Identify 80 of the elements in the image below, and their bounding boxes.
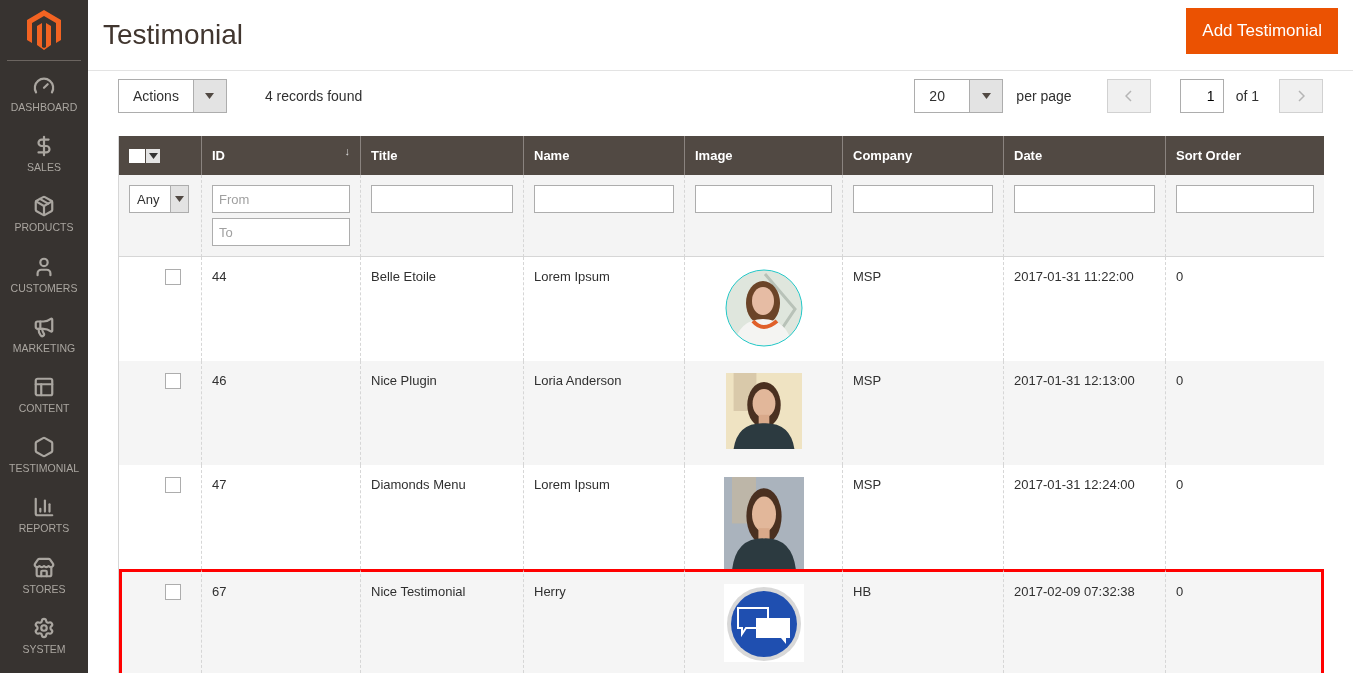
table-cell: Diamonds Menu	[371, 477, 466, 492]
bar-chart-icon	[33, 496, 55, 519]
select-filter[interactable]: Any	[129, 185, 189, 213]
store-icon	[33, 556, 55, 579]
chevron-left-icon	[1125, 89, 1133, 102]
filter-field[interactable]	[534, 185, 674, 213]
chat-icon	[723, 584, 804, 662]
table-cell: Loria Anderson	[534, 373, 622, 388]
layout-icon	[33, 376, 55, 398]
sidebar-item[interactable]: SALES	[0, 131, 88, 192]
caret-icon	[981, 92, 991, 99]
column-header[interactable]: Date	[1003, 136, 1165, 175]
sidebar-item[interactable]: SYSTEM	[0, 612, 88, 673]
table-cell: 44	[212, 269, 227, 284]
filter-field[interactable]	[371, 185, 513, 213]
table-cell: Belle Etoile	[371, 269, 437, 284]
id-from-field[interactable]: From	[212, 185, 350, 213]
add-button[interactable]: Add Testimonial	[1186, 8, 1338, 55]
logo-icon[interactable]	[27, 10, 61, 51]
table-cell: 46	[212, 373, 227, 388]
table-cell: Lorem Ipsum	[534, 269, 610, 284]
hexagon-icon	[33, 436, 55, 459]
filter-field[interactable]	[853, 185, 993, 213]
caret-icon	[205, 92, 215, 99]
table-cell: HB	[853, 584, 872, 599]
table-cell: MSP	[853, 269, 882, 284]
column-header[interactable]: ID ↓	[201, 136, 360, 175]
table-cell: 0	[1176, 584, 1184, 599]
megaphone-icon	[33, 315, 55, 338]
sidebar-item[interactable]: REPORTS	[0, 492, 88, 553]
sidebar-item[interactable]: TESTIMONIAL	[0, 432, 88, 493]
per-page-label: per page	[1016, 87, 1072, 104]
column-header[interactable]: Image	[684, 136, 842, 175]
row-checkbox[interactable]	[165, 477, 181, 493]
sidebar-item[interactable]: PRODUCTS	[0, 191, 88, 252]
settings-icon	[33, 616, 55, 639]
filter-field[interactable]	[1176, 185, 1314, 213]
column-header[interactable]: Title	[360, 136, 523, 175]
row-checkbox[interactable]	[165, 269, 181, 285]
table-cell: 67	[212, 584, 227, 599]
per-page-dropdown[interactable]: 20	[914, 78, 1004, 113]
table-cell: MSP	[853, 477, 882, 492]
row-checkbox[interactable]	[165, 584, 181, 600]
actions-dropdown[interactable]: Actions	[118, 78, 227, 113]
person-icon	[33, 255, 55, 278]
page-total: of 1	[1235, 87, 1259, 104]
page-title: Testimonial	[103, 19, 244, 52]
table-cell: Nice Plugin	[371, 373, 437, 388]
table-cell: 0	[1176, 269, 1184, 284]
sidebar-item[interactable]: STORES	[0, 552, 88, 613]
sidebar-item[interactable]: CUSTOMERS	[0, 251, 88, 312]
filter-field[interactable]	[695, 185, 832, 213]
sidebar-item[interactable]: DASHBOARD	[0, 71, 88, 132]
id-to-field[interactable]: To	[212, 218, 350, 246]
table-cell: Lorem Ipsum	[534, 477, 610, 492]
row-checkbox[interactable]	[165, 373, 181, 389]
table-cell: 2017-01-31 12:13:00	[1014, 373, 1135, 388]
table-cell: 2017-01-31 11:22:00	[1014, 269, 1134, 284]
page-field[interactable]: 1	[1179, 78, 1224, 113]
table-cell: 0	[1176, 477, 1184, 492]
table-cell: 0	[1176, 373, 1184, 388]
column-header[interactable]: Company	[842, 136, 1003, 175]
table-cell: MSP	[853, 373, 882, 388]
records-count: 4 records found	[264, 87, 363, 104]
caret-icon	[148, 152, 158, 159]
sidebar-item[interactable]: MARKETING	[0, 311, 88, 372]
table-cell: Nice Testimonial	[371, 584, 466, 599]
table-cell: 47	[212, 477, 227, 492]
mass-select-dropdown[interactable]	[129, 148, 160, 163]
table-cell: 2017-02-09 07:32:38	[1014, 584, 1135, 599]
table-cell: Herry	[534, 584, 566, 599]
column-header[interactable]: Sort Order	[1165, 136, 1324, 175]
table-cell: 2017-01-31 12:24:00	[1014, 477, 1135, 492]
filter-field[interactable]	[1014, 185, 1155, 213]
column-header[interactable]: Name	[523, 136, 684, 175]
caret-icon	[175, 196, 184, 202]
sort-arrow-icon: ↓	[344, 145, 350, 157]
box-icon	[33, 195, 55, 218]
sidebar-item[interactable]: CONTENT	[0, 372, 88, 433]
chevron-right-icon	[1297, 89, 1305, 102]
